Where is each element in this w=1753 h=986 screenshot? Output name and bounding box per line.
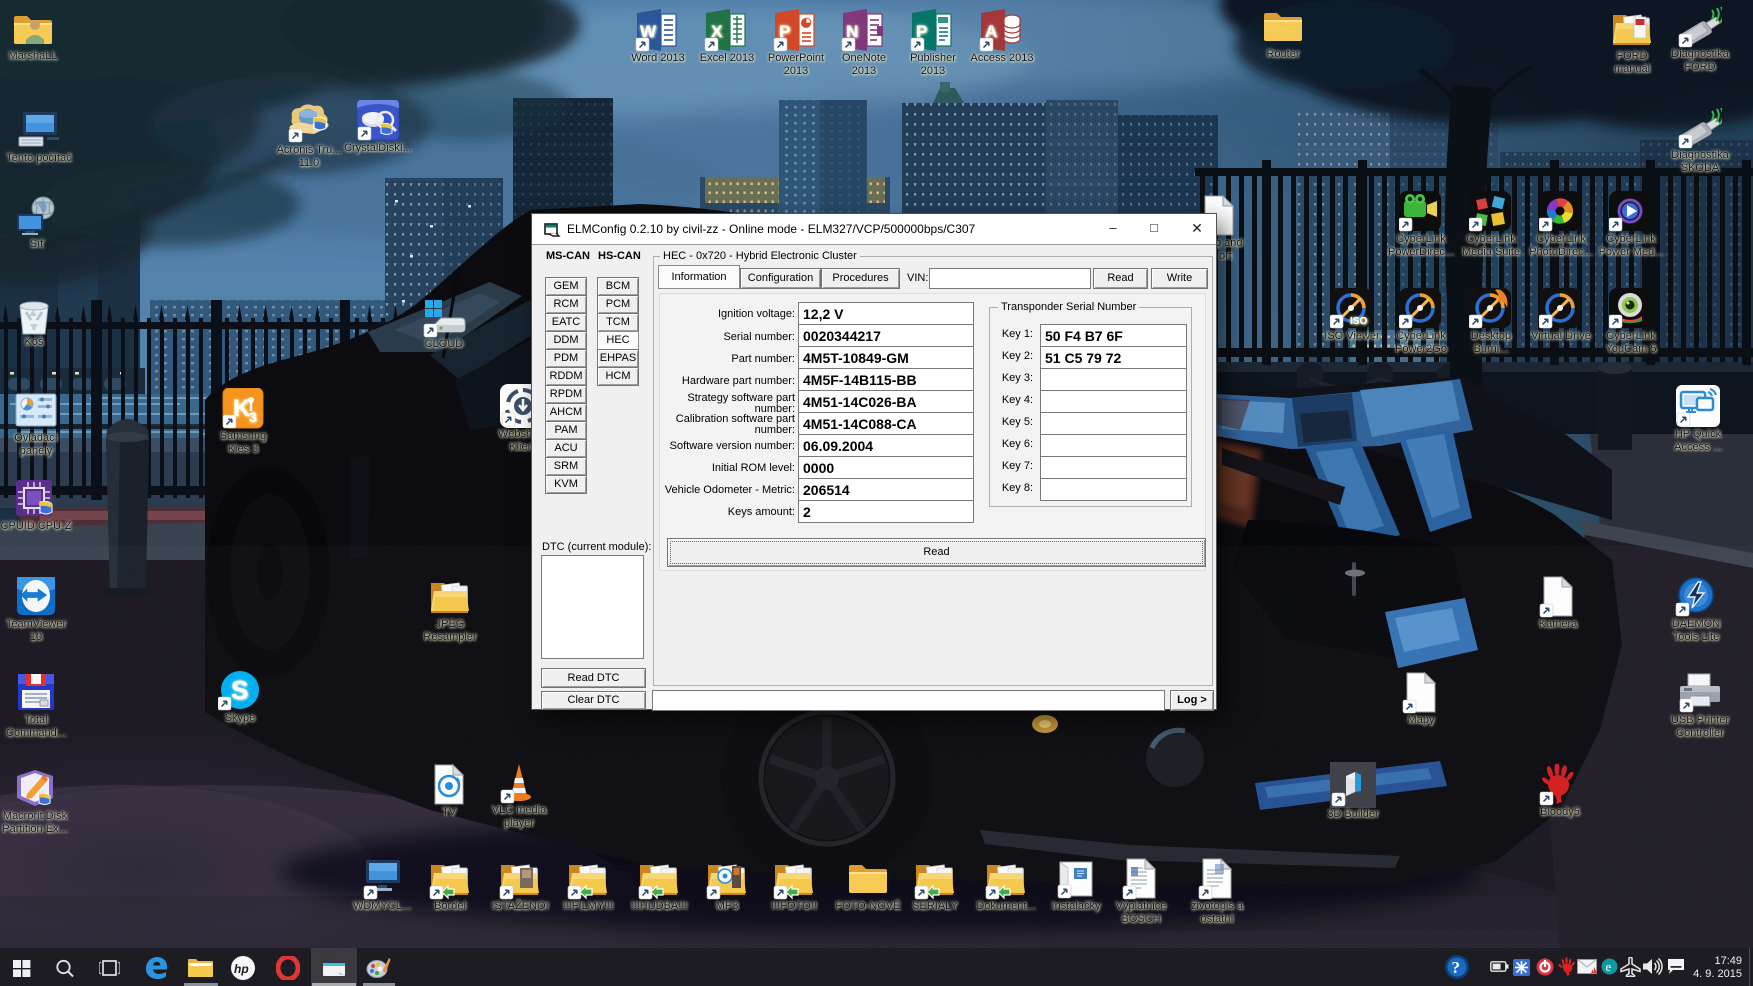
svg-text:ISO: ISO — [1350, 316, 1367, 327]
svg-text:S: S — [231, 675, 248, 705]
svg-text:3: 3 — [249, 409, 257, 425]
svg-text:!: ! — [1593, 968, 1595, 974]
svg-text:e: e — [1606, 959, 1612, 974]
svg-text:hp: hp — [234, 962, 249, 976]
svg-text:?: ? — [1452, 958, 1461, 977]
